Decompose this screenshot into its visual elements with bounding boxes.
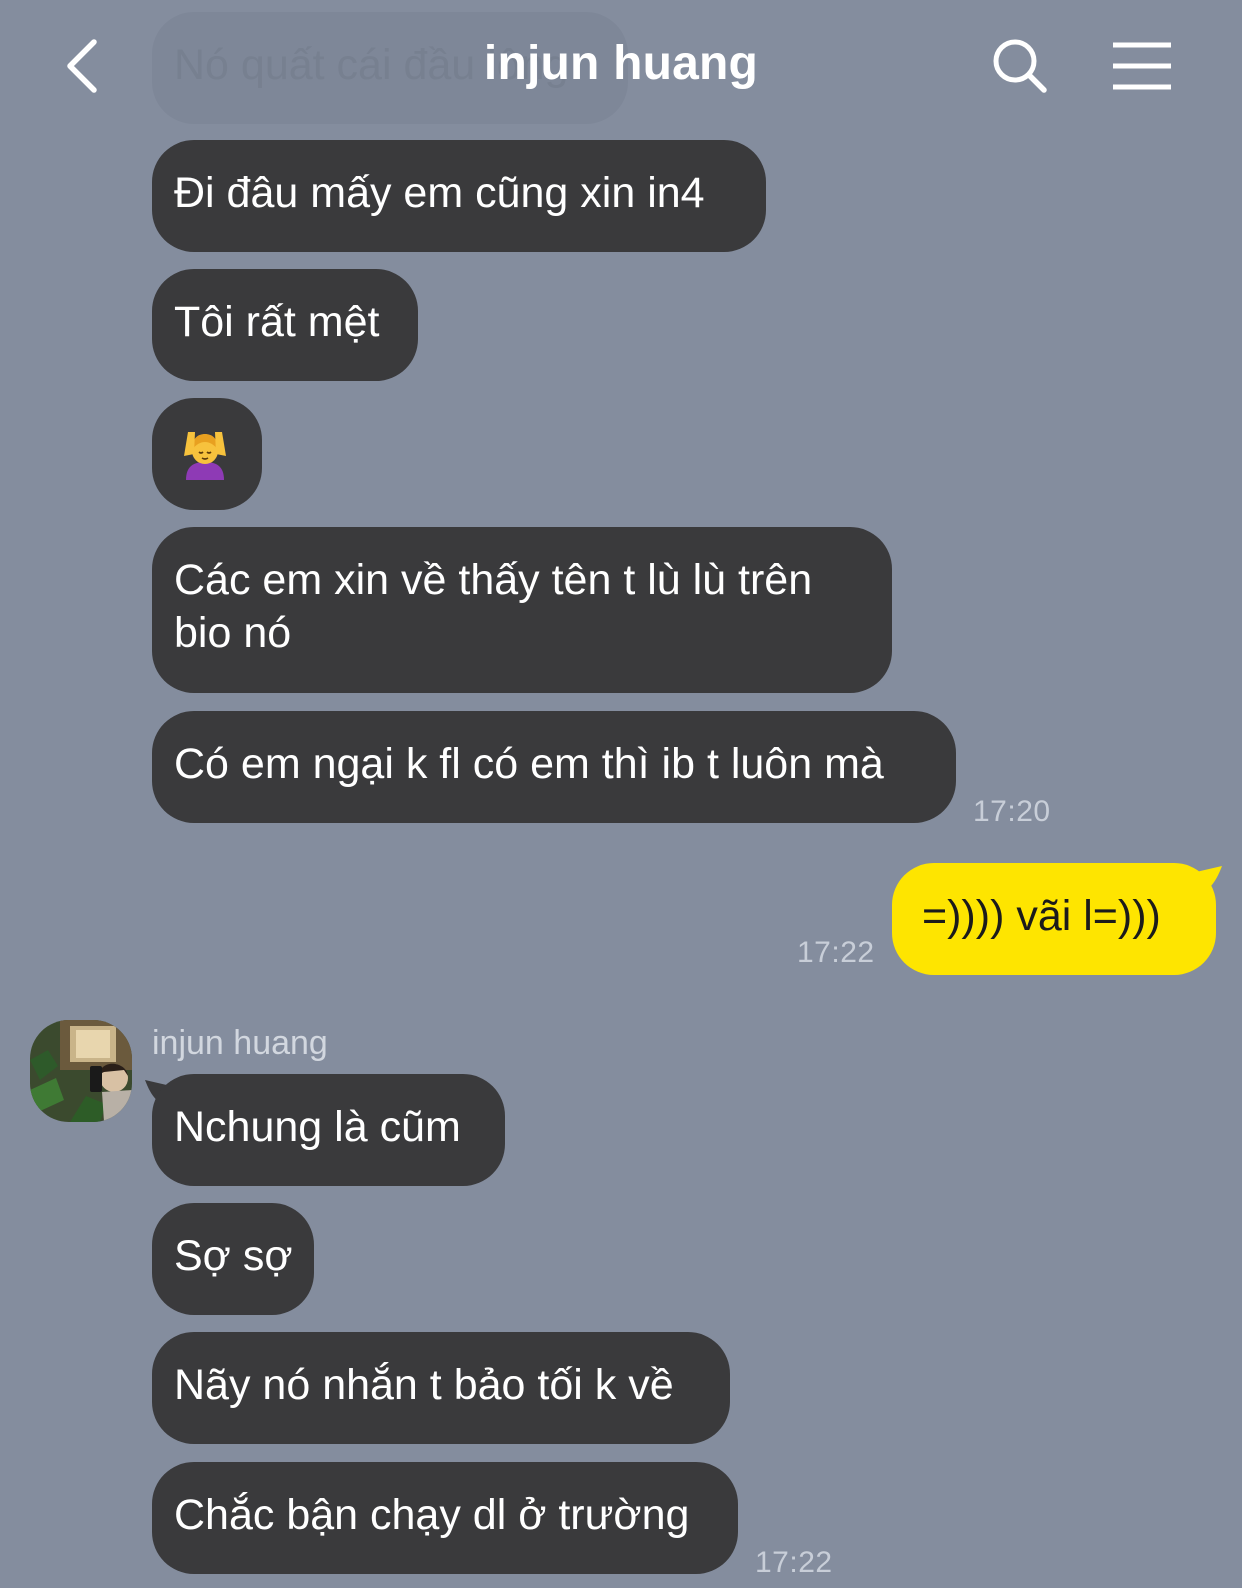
chat-screen: Nó quất cái đầu lông injun huang Đi đâu … — [0, 0, 1242, 1588]
message-bubble[interactable]: Nãy nó nhắn t bảo tối k về — [152, 1332, 730, 1444]
sender-name: injun huang — [152, 1024, 328, 1062]
message-bubble-emoji[interactable] — [152, 398, 262, 510]
avatar-photo-icon — [30, 1020, 132, 1122]
bubble-tail-right — [1196, 866, 1222, 896]
message-bubble[interactable]: Có em ngại k fl có em thì ib t luôn mà — [152, 711, 956, 823]
menu-button[interactable] — [1110, 38, 1174, 94]
message-bubble[interactable]: Sợ sợ — [152, 1203, 314, 1315]
message-text: Sợ sợ — [174, 1232, 293, 1280]
message-bubble[interactable]: Các em xin về thấy tên t lù lù trên bio … — [152, 527, 892, 693]
search-button[interactable] — [988, 34, 1052, 98]
message-bubble[interactable]: Tôi rất mệt — [152, 269, 418, 381]
woman-gesturing-ok-emoji-icon — [184, 431, 226, 480]
message-bubble[interactable]: Chắc bận chạy dl ở trường — [152, 1462, 738, 1574]
message-bubble[interactable]: Nchung là cũm — [152, 1074, 505, 1186]
message-text: Các em xin về thấy tên t lù lù trên bio … — [174, 556, 813, 657]
message-text: Nãy nó nhắn t bảo tối k về — [174, 1361, 674, 1409]
chat-title: injun huang — [483, 37, 759, 90]
message-timestamp: 17:22 — [797, 936, 875, 969]
search-icon — [993, 39, 1047, 93]
message-text: Chắc bận chạy dl ở trường — [174, 1491, 690, 1539]
message-text: Có em ngại k fl có em thì ib t luôn mà — [174, 740, 884, 788]
message-text: =)))) vãi l=))) — [922, 892, 1161, 940]
menu-icon — [1113, 42, 1171, 90]
message-text: Đi đâu mấy em cũng xin in4 — [174, 169, 705, 217]
message-text: Nchung là cũm — [174, 1103, 461, 1151]
message-timestamp: 17:20 — [973, 795, 1051, 828]
message-text: Tôi rất mệt — [174, 298, 380, 346]
chat-header: injun huang — [0, 0, 1242, 130]
my-message-bubble[interactable]: =)))) vãi l=))) — [892, 863, 1216, 975]
avatar[interactable] — [30, 1020, 132, 1122]
message-bubble[interactable]: Đi đâu mấy em cũng xin in4 — [152, 140, 766, 252]
message-timestamp: 17:22 — [755, 1546, 833, 1579]
